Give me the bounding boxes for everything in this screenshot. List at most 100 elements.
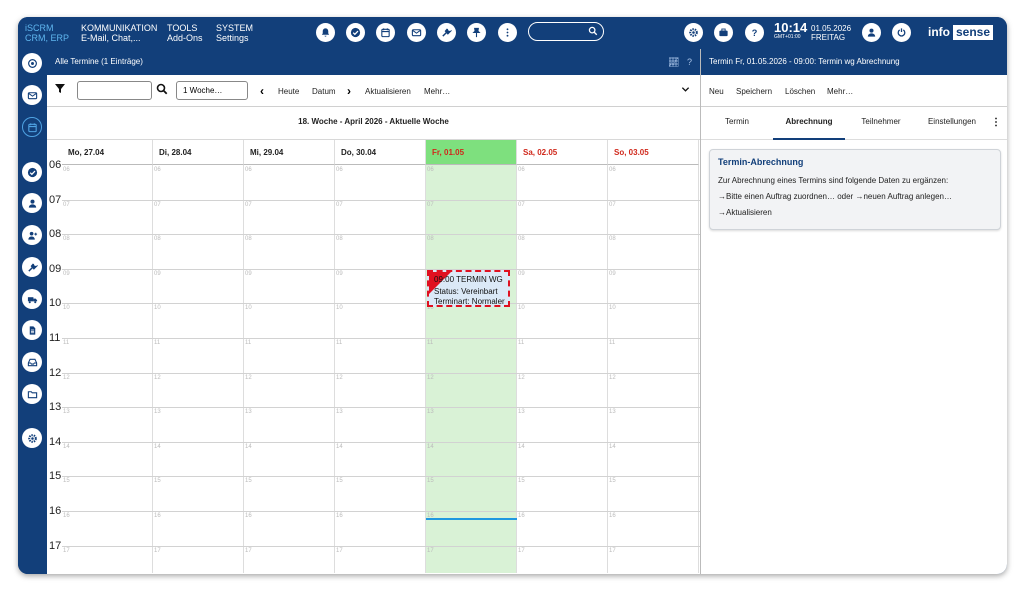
refresh-link[interactable]: →Aktualisieren [718,208,992,217]
prev-arrow-icon[interactable]: ‹ [260,84,264,98]
menu-title: SYSTEM [216,23,254,33]
cell-hour-number: 11 [336,340,343,346]
menu-tools[interactable]: TOOLS Add-Ons [167,23,203,43]
sidebar-folder-icon[interactable] [22,384,42,404]
logo-part2: sense [953,24,994,40]
cell-hour-number: 10 [336,305,343,312]
day-header[interactable]: Di, 28.04 [153,140,244,165]
more-button[interactable]: Mehr… [424,87,450,96]
wrench-icon[interactable] [437,23,456,42]
day-header[interactable]: So, 03.05 [608,140,699,165]
sidebar-truck-icon[interactable] [22,289,42,309]
pin-icon[interactable] [467,23,486,42]
brand[interactable]: iSCRM CRM, ERP [25,23,69,43]
date-button[interactable]: Datum [312,87,336,96]
hour-gridline [62,545,700,547]
day-header[interactable]: Sa, 02.05 [517,140,608,165]
svg-text:?: ? [752,28,758,38]
top-bar: iSCRM CRM, ERP KOMMUNIKATION E-Mail, Cha… [18,17,1007,49]
hour-label: 15 [49,470,62,483]
sidebar-contact-icon[interactable] [22,193,42,213]
appointment-event[interactable]: 09:00 TERMIN WG Status: Vereinbart Termi… [427,269,510,307]
bell-icon[interactable] [316,23,335,42]
filter-input[interactable] [77,81,152,100]
hour-label: 16 [49,505,62,517]
today-button[interactable]: Heute [278,87,299,96]
cell-hour-number: 17 [245,547,252,554]
cell-hour-number: 13 [154,409,161,416]
user-icon[interactable] [862,23,881,42]
menu-kommunikation[interactable]: KOMMUNIKATION E-Mail, Chat,... [81,23,157,43]
cell-hour-number: 09 [154,270,161,277]
toolbox-icon[interactable] [714,23,733,42]
tab-abrechnung[interactable]: Abrechnung [773,107,845,140]
next-arrow-icon[interactable]: › [347,84,351,98]
hour-gridline [62,511,700,512]
more-vertical-icon[interactable] [498,23,517,42]
cell-hour-number: 13 [336,409,343,416]
clock: 10:14 GMT+01:00 [774,21,807,41]
hour-gridline [62,407,700,409]
delete-button[interactable]: Löschen [785,87,815,96]
cell-hour-number: 14 [336,443,343,450]
sidebar-tasks-icon[interactable] [22,162,42,182]
save-button[interactable]: Speichern [736,87,772,96]
gear-icon[interactable] [684,23,703,42]
cell-hour-number: 09 [609,270,616,277]
sidebar-dashboard-icon[interactable] [22,53,42,73]
sidebar-tools-icon[interactable] [22,257,42,277]
day-header[interactable]: Mo, 27.04 [62,140,153,165]
mail-icon[interactable] [407,23,426,42]
day-header[interactable]: Fr, 01.05 [426,140,517,165]
power-icon[interactable] [892,23,911,42]
filter-icon[interactable] [54,82,66,97]
sidebar-calendar-icon[interactable] [22,117,42,137]
search-icon[interactable] [156,83,168,97]
cell-hour-number: 17 [427,547,434,554]
sidebar-inbox-icon[interactable] [22,352,42,372]
current-time-indicator [426,518,517,520]
day-header[interactable]: Do, 30.04 [335,140,426,165]
hour-label: 06 [49,159,62,171]
menu-system[interactable]: SYSTEM Settings [216,23,253,43]
sidebar-mail-icon[interactable] [22,85,42,105]
global-search-input[interactable] [528,22,604,41]
cell-hour-number: 06 [154,167,161,173]
cell-hour-number: 12 [245,374,252,381]
cell-hour-number: 09 [336,270,343,277]
help-icon[interactable]: ? [745,23,764,42]
refresh-button[interactable]: Aktualisieren [365,87,411,96]
cell-hour-number: 16 [518,513,525,519]
create-order-link[interactable]: →neuen Auftrag anlegen… [855,192,952,201]
more-button[interactable]: Mehr… [827,87,853,96]
range-select[interactable]: 1 Woche… [176,81,248,100]
day-header[interactable]: Mi, 29.04 [244,140,335,165]
cell-hour-number: 07 [245,201,252,208]
sidebar-document-icon[interactable] [22,320,42,340]
brand-line2: CRM, ERP [25,33,70,43]
tab-einstellungen[interactable]: Einstellungen [919,107,985,140]
more-vertical-icon[interactable]: ⋮ [991,117,1001,128]
chart-icon[interactable]: 📈︎ [668,57,679,67]
menu-title: TOOLS [167,23,198,33]
hour-label: 11 [49,332,61,344]
cell-hour-number: 16 [609,513,616,519]
tab-teilnehmer[interactable]: Teilnehmer [853,107,909,140]
new-button[interactable]: Neu [709,87,724,96]
cell-hour-number: 11 [518,340,525,346]
menu-sub: Add-Ons [167,33,203,43]
chevron-down-icon[interactable] [681,85,690,96]
calendar-icon[interactable] [376,23,395,42]
cell-hour-number: 12 [427,374,434,381]
billing-card-title: Termin-Abrechnung [718,157,804,167]
check-icon[interactable] [346,23,365,42]
help-icon[interactable]: ? [687,57,692,67]
cell-hour-number: 14 [609,443,616,450]
assign-order-link[interactable]: →Bitte einen Auftrag zuordnen… [718,192,835,201]
cell-hour-number: 11 [245,340,252,346]
cell-hour-number: 12 [154,374,161,381]
sidebar-add-user-icon[interactable] [22,225,42,245]
sidebar-settings-icon[interactable] [22,428,42,448]
cell-hour-number: 17 [518,547,525,554]
tab-termin[interactable]: Termin [709,107,765,140]
